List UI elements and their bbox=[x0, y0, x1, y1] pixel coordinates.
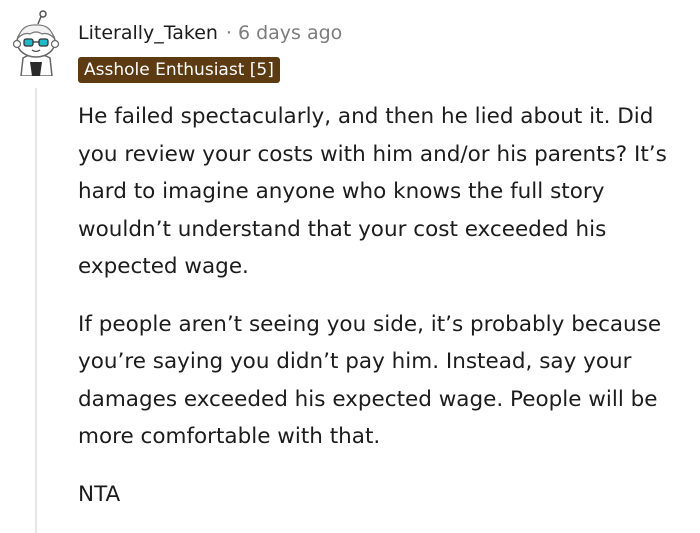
comment-body: He failed spectacularly, and then he lie… bbox=[78, 98, 696, 533]
meta-separator: · bbox=[225, 22, 232, 44]
comment-paragraph: If people aren’t seeing you side, it’s p… bbox=[78, 311, 662, 450]
thread-collapse-line[interactable] bbox=[35, 88, 37, 533]
comment-timestamp[interactable]: 6 days ago bbox=[238, 22, 342, 44]
comment-header: Literally_Taken · 6 days ago bbox=[78, 20, 342, 46]
comment-paragraph: He failed spectacularly, and then he lie… bbox=[78, 104, 667, 279]
comment-author-link[interactable]: Literally_Taken bbox=[78, 22, 218, 44]
user-avatar[interactable] bbox=[8, 10, 64, 77]
comment-paragraph: NTA bbox=[78, 481, 121, 507]
snoo-avatar-icon bbox=[12, 10, 60, 77]
user-flair-badge: Asshole Enthusiast [5] bbox=[78, 57, 280, 83]
comment: Literally_Taken · 6 days ago Asshole Ent… bbox=[0, 0, 700, 533]
